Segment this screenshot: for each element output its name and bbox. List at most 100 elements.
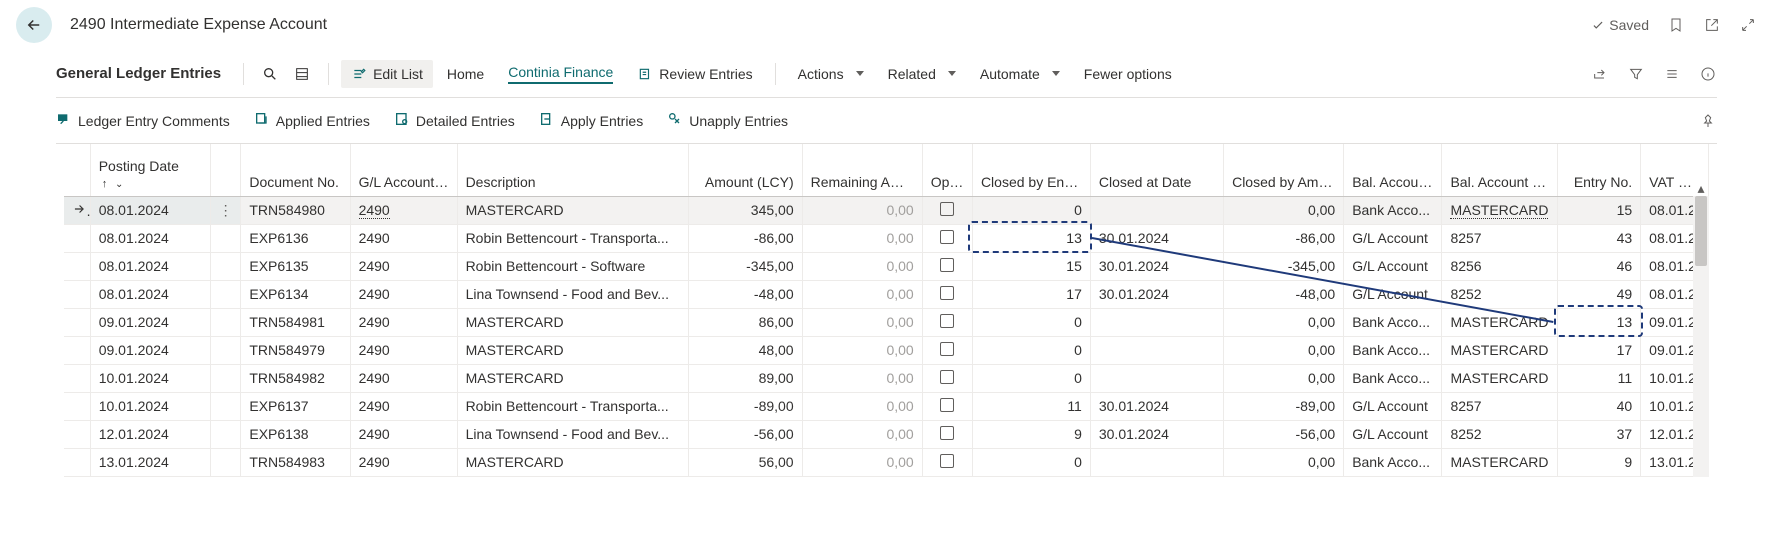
cell-open[interactable] bbox=[922, 224, 972, 252]
cell-closed-by-amount[interactable]: 0,00 bbox=[1224, 336, 1344, 364]
cell-remaining[interactable]: 0,00 bbox=[802, 392, 922, 420]
cell-closed-by-entry[interactable]: 17 bbox=[972, 280, 1090, 308]
cell-remaining[interactable]: 0,00 bbox=[802, 364, 922, 392]
cell-entry-no[interactable]: 37 bbox=[1558, 420, 1641, 448]
cell-document-no[interactable]: EXP6138 bbox=[241, 420, 350, 448]
cell-amount[interactable]: 48,00 bbox=[689, 336, 803, 364]
checkbox-icon[interactable] bbox=[940, 342, 954, 356]
cell-closed-at-date[interactable] bbox=[1090, 308, 1223, 336]
cell-bal-no[interactable]: MASTERCARD bbox=[1442, 336, 1558, 364]
cell-entry-no[interactable]: 17 bbox=[1558, 336, 1641, 364]
pin-icon[interactable] bbox=[1699, 112, 1717, 130]
cell-entry-no[interactable]: 13 bbox=[1558, 308, 1641, 336]
checkbox-icon[interactable] bbox=[940, 258, 954, 272]
cell-closed-at-date[interactable] bbox=[1090, 448, 1223, 476]
cell-closed-by-entry[interactable]: 0 bbox=[972, 308, 1090, 336]
cell-closed-at-date[interactable] bbox=[1090, 336, 1223, 364]
cell-open[interactable] bbox=[922, 280, 972, 308]
cell-description[interactable]: Robin Bettencourt - Transporta... bbox=[457, 224, 688, 252]
cell-open[interactable] bbox=[922, 308, 972, 336]
popout-icon[interactable] bbox=[1703, 16, 1721, 34]
cell-amount[interactable]: 86,00 bbox=[689, 308, 803, 336]
cell-closed-by-entry[interactable]: 13 bbox=[972, 224, 1090, 252]
cell-gl-account[interactable]: 2490 bbox=[350, 364, 457, 392]
cell-document-no[interactable]: EXP6136 bbox=[241, 224, 350, 252]
list-icon[interactable] bbox=[1663, 65, 1681, 83]
cell-bal-type[interactable]: Bank Acco... bbox=[1344, 308, 1442, 336]
cell-open[interactable] bbox=[922, 420, 972, 448]
cell-bal-type[interactable]: G/L Account bbox=[1344, 224, 1442, 252]
cell-amount[interactable]: -89,00 bbox=[689, 392, 803, 420]
filter-icon[interactable] bbox=[1627, 65, 1645, 83]
cell-closed-by-entry[interactable]: 0 bbox=[972, 364, 1090, 392]
cell-gl-account[interactable]: 2490 bbox=[350, 336, 457, 364]
cell-amount[interactable]: 89,00 bbox=[689, 364, 803, 392]
cell-open[interactable] bbox=[922, 392, 972, 420]
checkbox-icon[interactable] bbox=[940, 454, 954, 468]
cell-closed-at-date[interactable]: 30.01.2024 bbox=[1090, 280, 1223, 308]
cell-amount[interactable]: -48,00 bbox=[689, 280, 803, 308]
automate-menu[interactable]: Automate bbox=[970, 60, 1070, 88]
cell-closed-by-entry[interactable]: 11 bbox=[972, 392, 1090, 420]
col-open[interactable]: Open bbox=[922, 144, 972, 196]
cell-gl-account[interactable]: 2490 bbox=[350, 252, 457, 280]
cell-entry-no[interactable]: 11 bbox=[1558, 364, 1641, 392]
unapply-entries-button[interactable]: Unapply Entries bbox=[667, 111, 788, 130]
cell-bal-type[interactable]: G/L Account bbox=[1344, 420, 1442, 448]
cell-remaining[interactable]: 0,00 bbox=[802, 280, 922, 308]
cell-posting-date[interactable]: 10.01.2024 bbox=[90, 364, 210, 392]
back-button[interactable] bbox=[16, 7, 52, 43]
cell-open[interactable] bbox=[922, 364, 972, 392]
cell-closed-by-entry[interactable]: 9 bbox=[972, 420, 1090, 448]
cell-gl-account[interactable]: 2490 bbox=[350, 308, 457, 336]
cell-gl-account[interactable]: 2490 bbox=[350, 420, 457, 448]
cell-remaining[interactable]: 0,00 bbox=[802, 196, 922, 224]
cell-description[interactable]: Robin Bettencourt - Software bbox=[457, 252, 688, 280]
cell-closed-by-entry[interactable]: 15 bbox=[972, 252, 1090, 280]
cell-amount[interactable]: 56,00 bbox=[689, 448, 803, 476]
actions-menu[interactable]: Actions bbox=[788, 60, 874, 88]
cell-description[interactable]: MASTERCARD bbox=[457, 448, 688, 476]
cell-bal-type[interactable]: Bank Acco... bbox=[1344, 196, 1442, 224]
fewer-options-button[interactable]: Fewer options bbox=[1074, 60, 1182, 88]
cell-open[interactable] bbox=[922, 448, 972, 476]
cell-bal-type[interactable]: Bank Acco... bbox=[1344, 448, 1442, 476]
cell-bal-no[interactable]: 8256 bbox=[1442, 252, 1558, 280]
cell-document-no[interactable]: TRN584980 bbox=[241, 196, 350, 224]
bal-account-link[interactable]: MASTERCARD bbox=[1450, 202, 1548, 219]
cell-closed-by-entry[interactable]: 0 bbox=[972, 196, 1090, 224]
col-closed-by-amount[interactable]: Closed by Amount bbox=[1224, 144, 1344, 196]
cell-entry-no[interactable]: 49 bbox=[1558, 280, 1641, 308]
cell-closed-by-amount[interactable]: 0,00 bbox=[1224, 364, 1344, 392]
col-closed-at-date[interactable]: Closed at Date bbox=[1090, 144, 1223, 196]
table-row[interactable]: 12.01.2024EXP61382490Lina Townsend - Foo… bbox=[64, 420, 1709, 448]
cell-posting-date[interactable]: 08.01.2024 bbox=[90, 252, 210, 280]
cell-closed-by-entry[interactable]: 0 bbox=[972, 448, 1090, 476]
cell-bal-no[interactable]: MASTERCARD bbox=[1442, 364, 1558, 392]
table-row[interactable]: 08.01.2024EXP61362490Robin Bettencourt -… bbox=[64, 224, 1709, 252]
cell-closed-at-date[interactable]: 30.01.2024 bbox=[1090, 224, 1223, 252]
cell-bal-no[interactable]: 8257 bbox=[1442, 392, 1558, 420]
cell-closed-at-date[interactable]: 30.01.2024 bbox=[1090, 252, 1223, 280]
col-entry-no[interactable]: Entry No. bbox=[1558, 144, 1641, 196]
cell-description[interactable]: Lina Townsend - Food and Bev... bbox=[457, 420, 688, 448]
cell-closed-at-date[interactable] bbox=[1090, 196, 1223, 224]
cell-document-no[interactable]: TRN584983 bbox=[241, 448, 350, 476]
checkbox-icon[interactable] bbox=[940, 286, 954, 300]
table-row[interactable]: 10.01.2024TRN5849822490MASTERCARD89,000,… bbox=[64, 364, 1709, 392]
cell-remaining[interactable]: 0,00 bbox=[802, 224, 922, 252]
cell-document-no[interactable]: TRN584979 bbox=[241, 336, 350, 364]
table-row[interactable]: 13.01.2024TRN5849832490MASTERCARD56,000,… bbox=[64, 448, 1709, 476]
applied-entries-button[interactable]: Applied Entries bbox=[254, 111, 370, 130]
row-menu-icon[interactable]: ⋮ bbox=[219, 202, 233, 219]
cell-closed-by-amount[interactable]: 0,00 bbox=[1224, 196, 1344, 224]
table-row[interactable]: 08.01.2024EXP61352490Robin Bettencourt -… bbox=[64, 252, 1709, 280]
cell-amount[interactable]: -86,00 bbox=[689, 224, 803, 252]
cell-closed-by-amount[interactable]: 0,00 bbox=[1224, 308, 1344, 336]
cell-document-no[interactable]: EXP6134 bbox=[241, 280, 350, 308]
cell-entry-no[interactable]: 9 bbox=[1558, 448, 1641, 476]
cell-open[interactable] bbox=[922, 252, 972, 280]
col-bal-account-type[interactable]: Bal. Account Type bbox=[1344, 144, 1442, 196]
cell-entry-no[interactable]: 15 bbox=[1558, 196, 1641, 224]
cell-closed-by-amount[interactable]: -345,00 bbox=[1224, 252, 1344, 280]
